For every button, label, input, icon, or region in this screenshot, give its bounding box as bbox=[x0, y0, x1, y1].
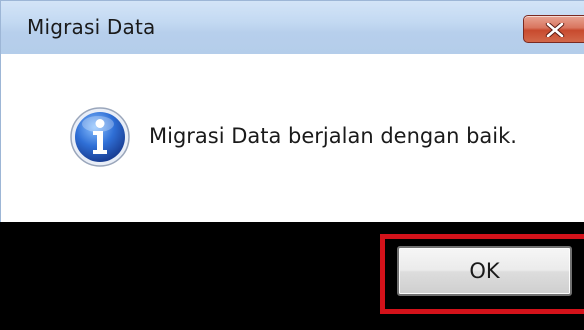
close-button[interactable] bbox=[523, 15, 584, 43]
close-icon bbox=[545, 23, 565, 37]
message-dialog: Migrasi Data Migrasi Data berjalan denga… bbox=[0, 0, 584, 330]
dialog-message: Migrasi Data berjalan dengan baik. bbox=[149, 124, 517, 148]
info-icon bbox=[70, 107, 130, 167]
title-bar[interactable]: Migrasi Data bbox=[0, 0, 584, 54]
ok-button[interactable]: OK bbox=[397, 246, 572, 296]
window-title: Migrasi Data bbox=[27, 15, 156, 39]
dialog-content: Migrasi Data berjalan dengan baik. bbox=[0, 54, 584, 222]
